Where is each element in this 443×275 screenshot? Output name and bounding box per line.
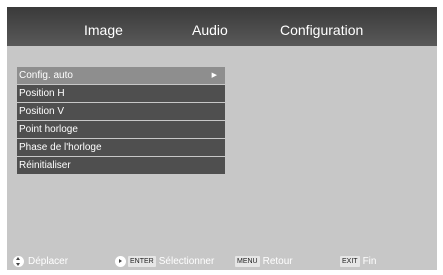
menu-item-label: Position V [19,106,65,117]
submenu-arrow-icon: ▶ [211,72,217,79]
settings-menu: Config. auto ▶ Position H Position V Poi… [17,67,225,175]
menu-item-reinitialiser[interactable]: Réinitialiser [17,157,225,174]
tab-bar: Image Audio Configuration [7,7,437,46]
exit-key-icon: EXIT [340,255,360,267]
move-hint: Déplacer [13,255,68,267]
osd-menu-panel: Image Audio Configuration Config. auto ▶… [7,7,437,270]
up-down-icon [13,255,24,267]
tab-configuration[interactable]: Configuration [280,22,363,38]
menu-item-label: Phase de l'horloge [19,142,102,153]
menu-item-position-h[interactable]: Position H [17,85,225,102]
key-help-bar: Déplacer ENTER Sélectionner MENU Retour … [7,251,437,269]
select-hint: ENTER Sélectionner [115,255,214,267]
menu-item-config-auto[interactable]: Config. auto ▶ [17,67,225,84]
menu-item-point-horloge[interactable]: Point horloge [17,121,225,138]
enter-key-icon: ENTER [128,255,156,267]
back-hint: MENU Retour [235,255,293,267]
menu-item-label: Point horloge [19,124,78,135]
right-arrow-icon [115,255,126,267]
menu-key-icon: MENU [235,255,260,267]
tab-audio[interactable]: Audio [192,22,228,38]
select-label: Sélectionner [158,255,215,267]
menu-item-label: Config. auto [19,70,73,81]
menu-item-label: Position H [19,88,65,99]
back-label: Retour [262,255,293,267]
move-label: Déplacer [28,255,69,267]
menu-item-position-v[interactable]: Position V [17,103,225,120]
exit-hint: EXIT Fin [340,255,376,267]
menu-item-label: Réinitialiser [19,160,71,171]
tab-image[interactable]: Image [84,22,123,38]
end-label: Fin [362,255,377,267]
menu-item-phase-horloge[interactable]: Phase de l'horloge [17,139,225,156]
